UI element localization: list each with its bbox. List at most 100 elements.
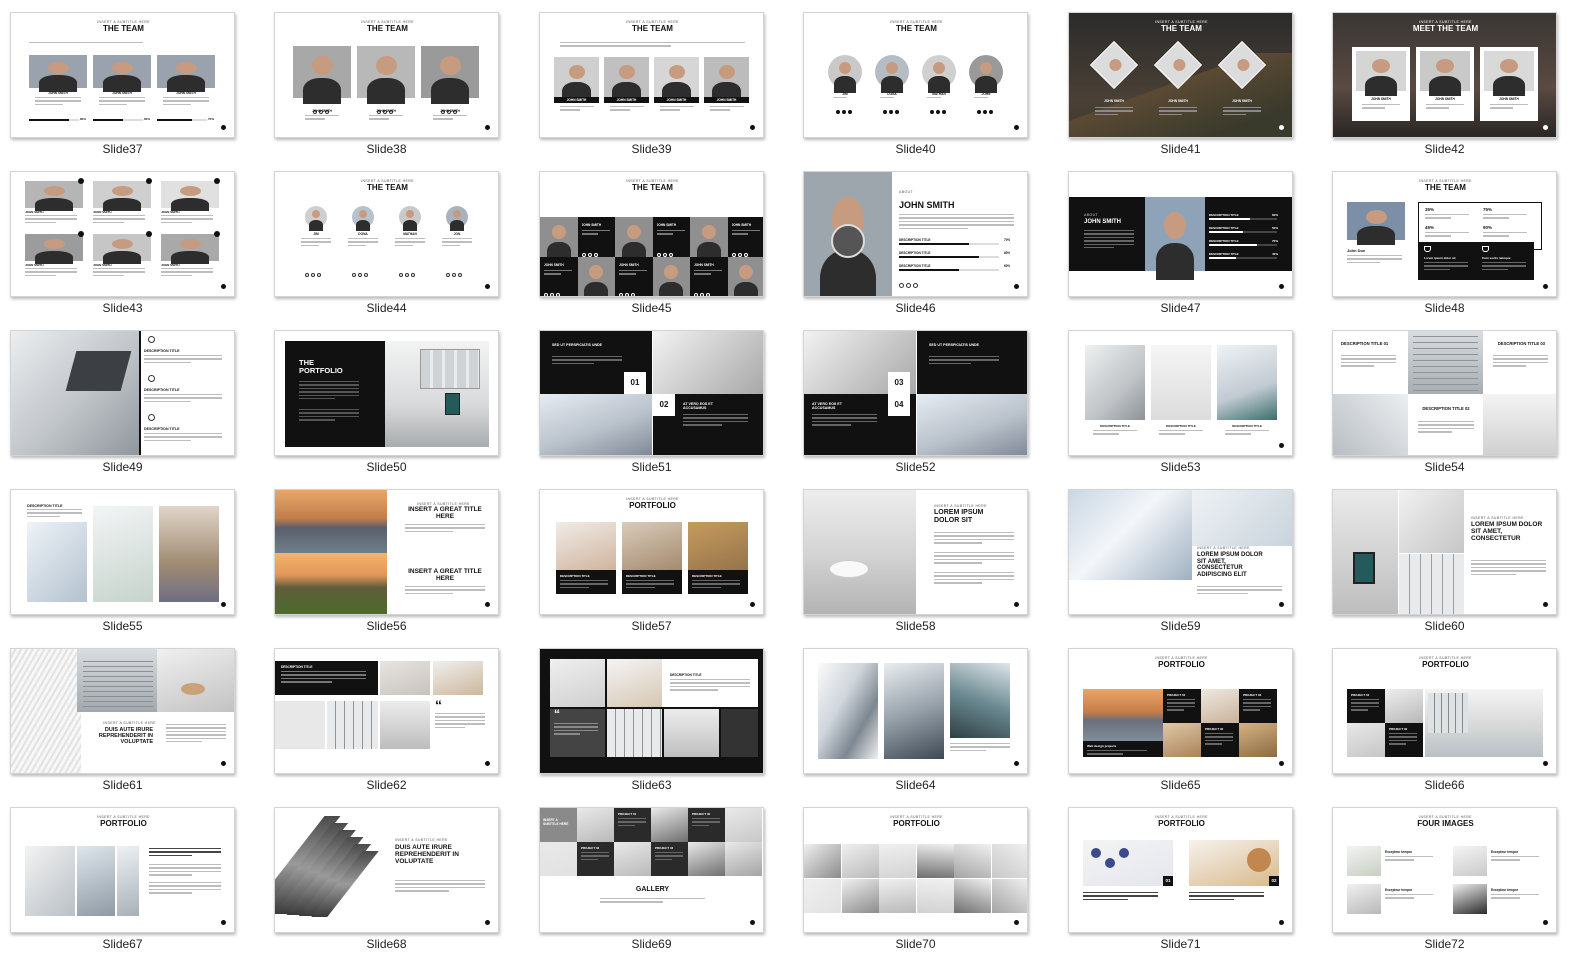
slide-thumbnail[interactable]: INSERT A SUBTITLE HERE THE TEAM John Doe 35… xyxy=(1332,171,1557,297)
slide-thumbnail[interactable]: INSERT A SUBTITLE HERE PROJECT 01 PROJECT … xyxy=(539,807,764,933)
lorem-text-lines xyxy=(1471,560,1546,577)
slide-thumbnail[interactable]: ABOUT JOHN SMITH DESCRIPTION TITLE 70% DESCR… xyxy=(803,171,1028,297)
social-icon[interactable] xyxy=(942,110,946,114)
social-icon[interactable] xyxy=(458,273,462,277)
social-icon[interactable] xyxy=(694,293,698,296)
slide-thumbnail[interactable]: INSERT A SUBTITLE HERE FOUR IMAGES Excepte… xyxy=(1332,807,1557,933)
slide-thumbnail[interactable]: INSERT A SUBTITLE HERE LOREM IPSUM DOLOR … xyxy=(1068,489,1293,615)
social-icon[interactable] xyxy=(364,273,368,277)
gallery-photo xyxy=(540,842,577,876)
slide-thumbnail[interactable]: INSERT A SUBTITLE HERE DUIS AUTE IRURE RE… xyxy=(10,648,235,774)
social-icon[interactable] xyxy=(452,273,456,277)
text-line xyxy=(99,97,145,99)
social-icon[interactable] xyxy=(706,293,710,296)
team-member-name: JIM xyxy=(842,92,848,96)
social-icon[interactable] xyxy=(544,293,548,296)
slide-thumbnail[interactable]: INSERT A SUBTITLE HERE MEET THE TEAM JOHN … xyxy=(1332,12,1557,138)
lorem-text-lines xyxy=(1197,586,1282,596)
slide-thumbnail[interactable]: INSERT A SUBTITLE HERE THE TEAM JOHN SMITH… xyxy=(10,12,235,138)
person-head xyxy=(47,61,69,74)
stairs-photo xyxy=(93,506,153,602)
slide-thumbnail[interactable]: INSERT A SUBTITLE HERE THE TEAM JOHN SMITH… xyxy=(539,171,764,297)
stairs-photo xyxy=(27,522,87,602)
social-icon[interactable] xyxy=(913,283,918,288)
social-icon[interactable] xyxy=(889,110,893,114)
page-dot-icon xyxy=(1014,125,1019,130)
lorem-text-lines xyxy=(934,572,1014,586)
slide-thumbnail[interactable]: INSERT A SUBTITLE HERE PORTFOLIO DESCRIPTI… xyxy=(539,489,764,615)
slide-thumbnail[interactable]: INSERT A SUBTITLE HERE PORTFOLIO xyxy=(803,807,1028,933)
text-line xyxy=(299,384,359,386)
slide-thumbnail[interactable]: DESCRIPTION TITLE DESCRIPTION TITLE DESCRI… xyxy=(1068,330,1293,456)
slide-thumbnail[interactable]: INSERT A SUBTITLE HERE PORTFOLIO PROJECT 0… xyxy=(1332,648,1557,774)
social-icon[interactable] xyxy=(989,110,993,114)
team-member-name: JOHN SMITH xyxy=(581,223,602,227)
social-icon[interactable] xyxy=(399,273,403,277)
slide-title: THE TEAM xyxy=(896,24,937,33)
desc-title: DESCRIPTION TITLE xyxy=(281,665,313,669)
social-icon[interactable] xyxy=(317,273,321,277)
social-icon[interactable] xyxy=(836,110,840,114)
social-icon[interactable] xyxy=(405,273,409,277)
slide-thumbnail[interactable]: DESCRIPTION TITLE DESCRIPTION TITLE DESCRI… xyxy=(10,330,235,456)
slide-thumbnail[interactable]: ABOUT JOHN SMITH DESCRIPTION TITLE 60% DESCR… xyxy=(1068,171,1293,297)
slide-thumbnail[interactable]: DESCRIPTION TITLE “ xyxy=(274,648,499,774)
slide-thumbnail[interactable]: INSERT A SUBTITLE HERE PORTFOLIO PROJECT 0… xyxy=(1068,648,1293,774)
slide-thumbnail[interactable]: INSERT A SUBTITLE HERE LOREM IPSUM DOLOR … xyxy=(1332,489,1557,615)
slide-thumbnail[interactable]: SED UT PERSPICIATIS UNDE AT VERO EOS ET A… xyxy=(539,330,764,456)
social-icon[interactable] xyxy=(311,273,315,277)
social-icon[interactable] xyxy=(936,110,940,114)
social-icon[interactable] xyxy=(842,110,846,114)
slide-thumbnail[interactable]: INSERT A SUBTITLE HERE INSERT A GREAT TIT… xyxy=(274,489,499,615)
coffee-shape xyxy=(1247,848,1271,872)
lorem-text-lines xyxy=(692,818,720,828)
text-line xyxy=(395,238,425,240)
lorem-text-lines xyxy=(1424,262,1468,272)
social-icon[interactable] xyxy=(899,283,904,288)
social-icon[interactable] xyxy=(352,273,356,277)
social-icon[interactable] xyxy=(906,283,911,288)
slide-thumbnail[interactable]: DESCRIPTION TITLE “ xyxy=(539,648,764,774)
social-icon[interactable] xyxy=(895,110,899,114)
slide-thumbnail[interactable]: INSERT A SUBTITLE HERE THE TEAM JOHN SMITH… xyxy=(274,12,499,138)
slide-thumbnail[interactable]: DESCRIPTION TITLE xyxy=(10,489,235,615)
page-dot-icon xyxy=(1543,284,1548,289)
text-line xyxy=(692,580,740,582)
text-line xyxy=(1418,424,1474,426)
social-icon[interactable] xyxy=(550,293,554,296)
text-line xyxy=(433,115,467,117)
slide-thumbnail[interactable]: INSERT A SUBTITLE HERE DUIS AUTE IRURE RE… xyxy=(274,807,499,933)
slide-thumbnail[interactable]: THE PORTFOLIO xyxy=(274,330,499,456)
social-icon[interactable] xyxy=(556,293,560,296)
name-cell: JOHN SMITH xyxy=(727,217,763,257)
slide-thumbnail[interactable]: INSERT A SUBTITLE HERE THE TEAM JIM DONA MAT… xyxy=(274,171,499,297)
social-icon[interactable] xyxy=(631,293,635,296)
slide-thumbnail[interactable]: INSERT A SUBTITLE HERE PORTFOLIO 01 02 xyxy=(1068,807,1293,933)
social-icon[interactable] xyxy=(983,110,987,114)
slide-thumbnail[interactable]: INSERT A SUBTITLE HERE THE TEAM JOHN SMITH… xyxy=(539,12,764,138)
social-icon[interactable] xyxy=(305,273,309,277)
slide-thumbnail[interactable]: INSERT A SUBTITLE HERE THE TEAM JIM DONA MAT… xyxy=(803,12,1028,138)
social-icon[interactable] xyxy=(700,293,704,296)
slide-thumbnail[interactable]: INSERT A SUBTITLE HERE THE TEAM JOHN SMITH… xyxy=(1068,12,1293,138)
slide-thumbnail[interactable]: JOHN SMITH JOHN SMITH JOHN SMITH JOHN SMITH… xyxy=(10,171,235,297)
text-line xyxy=(626,586,655,589)
social-icon[interactable] xyxy=(625,293,629,296)
social-icon[interactable] xyxy=(883,110,887,114)
slide-label: Slide45 xyxy=(631,301,672,315)
slide-thumbnail[interactable]: INSERT A SUBTITLE HERE LOREM IPSUM DOLOR … xyxy=(803,489,1028,615)
slide-subtitle: INSERT A SUBTITLE HERE xyxy=(1471,516,1524,520)
social-icon[interactable] xyxy=(619,293,623,296)
social-icon[interactable] xyxy=(411,273,415,277)
team-photo xyxy=(93,55,151,92)
social-icon[interactable] xyxy=(446,273,450,277)
social-icon[interactable] xyxy=(930,110,934,114)
social-icon[interactable] xyxy=(977,110,981,114)
social-icon[interactable] xyxy=(848,110,852,114)
slide-thumbnail[interactable]: INSERT A SUBTITLE HERE PORTFOLIO xyxy=(10,807,235,933)
social-icon[interactable] xyxy=(358,273,362,277)
window-photo xyxy=(607,709,662,757)
slide-thumbnail[interactable] xyxy=(803,648,1028,774)
slide-thumbnail[interactable]: DESCRIPTION TITLE 01 DESCRIPTION TITLE 03… xyxy=(1332,330,1557,456)
slide-thumbnail[interactable]: SED UT PERSPICIATIS UNDE AT VERO EOS ET A… xyxy=(803,330,1028,456)
